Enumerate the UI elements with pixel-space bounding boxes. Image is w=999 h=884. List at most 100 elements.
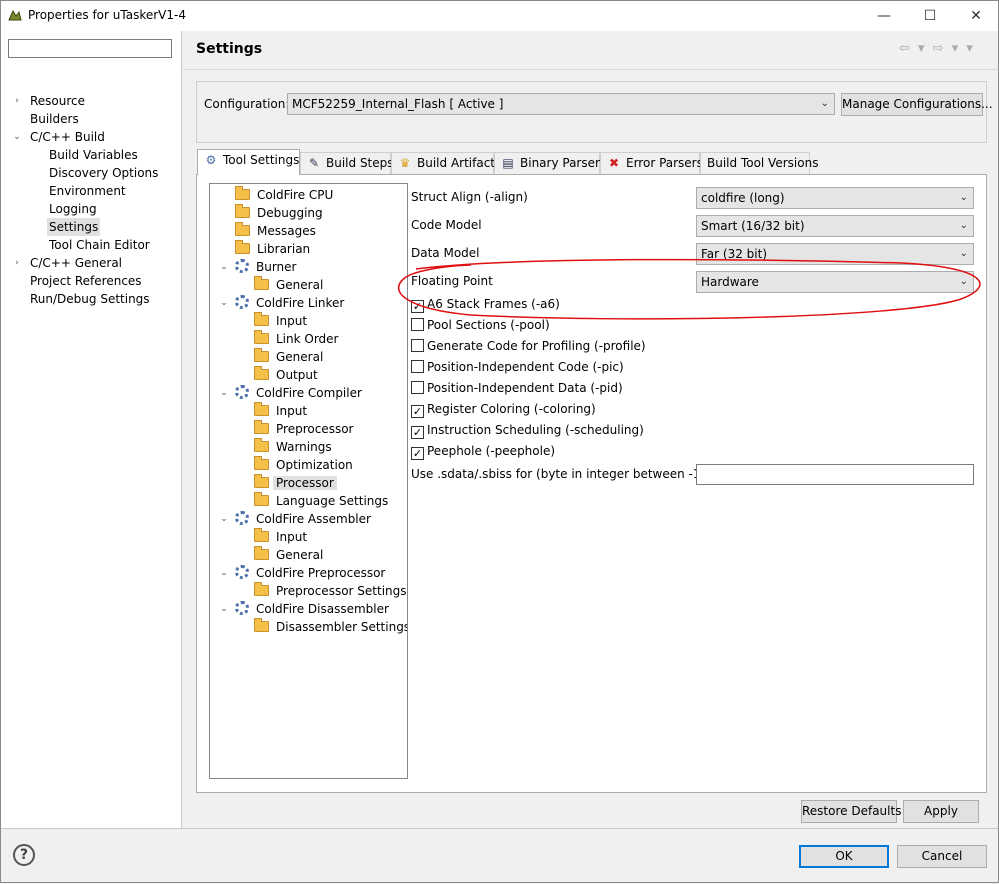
tool-tree-node[interactable]: Language Settings bbox=[254, 492, 391, 510]
tool-tree-node[interactable]: ColdFire Assembler bbox=[235, 510, 374, 528]
option-checkbox[interactable]: ✓ Instruction Scheduling (-scheduling) bbox=[411, 421, 644, 439]
tab-label: Build Tool Versions bbox=[707, 156, 819, 170]
chevron-down-icon[interactable]: ⌄ bbox=[219, 510, 229, 528]
nav-item[interactable]: Builders bbox=[28, 110, 81, 128]
tool-tree-node[interactable]: General bbox=[254, 546, 326, 564]
configuration-select[interactable]: MCF52259_Internal_Flash [ Active ] ⌄ bbox=[287, 93, 835, 115]
option-checkbox[interactable]: ✓ Register Coloring (-coloring) bbox=[411, 400, 596, 418]
nav-item[interactable]: Settings bbox=[47, 218, 101, 236]
tool-tree-node[interactable]: Preprocessor Settings bbox=[254, 582, 407, 600]
option-select[interactable]: Hardware ⌄ bbox=[696, 271, 974, 293]
tool-tree-node[interactable]: ColdFire Linker bbox=[235, 294, 347, 312]
apply-button[interactable]: Apply bbox=[903, 800, 979, 823]
nav-item[interactable]: Tool Chain Editor bbox=[47, 236, 152, 254]
option-select[interactable]: Smart (16/32 bit) ⌄ bbox=[696, 215, 974, 237]
close-button[interactable]: ✕ bbox=[953, 1, 999, 31]
tool-tree-node[interactable]: Output bbox=[254, 366, 321, 384]
tool-tree-node[interactable]: ColdFire CPU bbox=[235, 186, 336, 204]
manage-configurations-button[interactable]: Manage Configurations... bbox=[841, 93, 993, 116]
option-select[interactable]: Far (32 bit) ⌄ bbox=[696, 243, 974, 265]
checkbox-label: Peephole (-peephole) bbox=[427, 444, 556, 458]
maximize-button[interactable]: ☐ bbox=[907, 1, 953, 31]
chevron-down-icon[interactable]: ⌄ bbox=[219, 600, 229, 618]
select-value: Far (32 bit) bbox=[701, 247, 768, 261]
sdata-input[interactable] bbox=[696, 464, 974, 485]
tool-tree-node[interactable]: Messages bbox=[235, 222, 319, 240]
tool-tree-node[interactable]: General bbox=[254, 348, 326, 366]
option-checkbox[interactable]: Pool Sections (-pool) bbox=[411, 316, 550, 334]
option-checkbox[interactable]: Generate Code for Profiling (-profile) bbox=[411, 337, 646, 355]
configuration-label: Configuration: bbox=[204, 97, 290, 111]
option-select[interactable]: coldfire (long) ⌄ bbox=[696, 187, 974, 209]
tab-build-tool-versions[interactable]: Build Tool Versions bbox=[700, 152, 818, 174]
checkbox-unchecked-icon[interactable] bbox=[411, 381, 424, 394]
tool-tree-node[interactable]: General bbox=[254, 276, 326, 294]
chevron-right-icon[interactable]: › bbox=[12, 92, 22, 110]
tab-error-parsers[interactable]: ✖ Error Parsers bbox=[600, 152, 703, 174]
nav-item[interactable]: C/C++ General bbox=[28, 254, 124, 272]
tool-tree-node[interactable]: Link Order bbox=[254, 330, 342, 348]
tool-tree-node[interactable]: Debugging bbox=[235, 204, 326, 222]
checkbox-checked-icon[interactable]: ✓ bbox=[411, 426, 424, 439]
tool-tree-label: Librarian bbox=[257, 242, 311, 256]
tab-label: Build Artifact bbox=[417, 156, 495, 170]
nav-item[interactable]: Discovery Options bbox=[47, 164, 160, 182]
option-folder-icon bbox=[254, 348, 269, 362]
tool-tree-node[interactable]: Librarian bbox=[235, 240, 313, 258]
tool-tree-node[interactable]: ColdFire Compiler bbox=[235, 384, 365, 402]
checkbox-checked-icon[interactable]: ✓ bbox=[411, 447, 424, 460]
chevron-down-icon[interactable]: ⌄ bbox=[219, 384, 229, 402]
history-nav-arrows[interactable]: ⇦ ▾ ⇨ ▾ ▾ bbox=[899, 41, 975, 56]
checkbox-unchecked-icon[interactable] bbox=[411, 339, 424, 352]
tool-tree-node[interactable]: Processor bbox=[254, 474, 337, 492]
option-checkbox[interactable]: ✓ A6 Stack Frames (-a6) bbox=[411, 295, 560, 313]
tool-gear-icon bbox=[235, 295, 249, 309]
tool-tree-node[interactable]: ColdFire Preprocessor bbox=[235, 564, 388, 582]
tool-tree-node[interactable]: Disassembler Settings bbox=[254, 618, 408, 636]
tab-build-artifact[interactable]: ♛ Build Artifact bbox=[391, 152, 495, 174]
tool-tree-node[interactable]: Preprocessor bbox=[254, 420, 356, 438]
tab-binary-parsers[interactable]: ▤ Binary Parsers bbox=[494, 152, 606, 174]
nav-item[interactable]: Resource bbox=[28, 92, 87, 110]
help-icon[interactable]: ? bbox=[13, 844, 35, 866]
nav-item[interactable]: Build Variables bbox=[47, 146, 140, 164]
tool-tree-label: ColdFire Disassembler bbox=[256, 602, 389, 616]
option-checkbox[interactable]: Position-Independent Code (-pic) bbox=[411, 358, 624, 376]
checkbox-checked-icon[interactable]: ✓ bbox=[411, 300, 424, 313]
tool-tree-node[interactable]: Burner bbox=[235, 258, 299, 276]
tool-tree-label: Debugging bbox=[257, 206, 323, 220]
tool-tree-node[interactable]: Input bbox=[254, 528, 310, 546]
nav-item[interactable]: Project References bbox=[28, 272, 144, 290]
tool-tree-node[interactable]: Warnings bbox=[254, 438, 335, 456]
tool-tree-node[interactable]: Optimization bbox=[254, 456, 356, 474]
chevron-down-icon[interactable]: ⌄ bbox=[219, 294, 229, 312]
minimize-button[interactable]: — bbox=[861, 1, 907, 31]
tool-tree-node[interactable]: Input bbox=[254, 402, 310, 420]
tool-tree-label: Disassembler Settings bbox=[276, 620, 408, 634]
checkbox-checked-icon[interactable]: ✓ bbox=[411, 405, 424, 418]
tool-tree-node[interactable]: Input bbox=[254, 312, 310, 330]
tab-tool-settings[interactable]: ⚙ Tool Settings bbox=[197, 149, 300, 175]
nav-item[interactable]: C/C++ Build bbox=[28, 128, 107, 146]
chevron-down-icon[interactable]: ⌄ bbox=[219, 258, 229, 276]
tab-label: Build Steps bbox=[326, 156, 394, 170]
restore-defaults-button[interactable]: Restore Defaults bbox=[801, 800, 901, 823]
nav-item[interactable]: Run/Debug Settings bbox=[28, 290, 152, 308]
option-checkbox[interactable]: Position-Independent Data (-pid) bbox=[411, 379, 623, 397]
checkbox-unchecked-icon[interactable] bbox=[411, 318, 424, 331]
checkbox-unchecked-icon[interactable] bbox=[411, 360, 424, 373]
cancel-button[interactable]: Cancel bbox=[897, 845, 987, 868]
chevron-right-icon[interactable]: › bbox=[12, 254, 22, 272]
nav-item[interactable]: Environment bbox=[47, 182, 128, 200]
nav-filter-input[interactable] bbox=[8, 39, 172, 58]
ok-button[interactable]: OK bbox=[799, 845, 889, 868]
option-folder-icon bbox=[254, 276, 269, 290]
nav-item[interactable]: Logging bbox=[47, 200, 99, 218]
chevron-down-icon[interactable]: ⌄ bbox=[12, 128, 22, 146]
tab-build-steps[interactable]: ✎ Build Steps bbox=[300, 152, 394, 174]
option-checkbox[interactable]: ✓ Peephole (-peephole) bbox=[411, 442, 555, 460]
chevron-down-icon: ⌄ bbox=[959, 220, 968, 231]
chevron-down-icon[interactable]: ⌄ bbox=[219, 564, 229, 582]
tool-tree-node[interactable]: ColdFire Disassembler bbox=[235, 600, 392, 618]
title-bar: Properties for uTaskerV1-4 — ☐ ✕ bbox=[1, 1, 998, 31]
